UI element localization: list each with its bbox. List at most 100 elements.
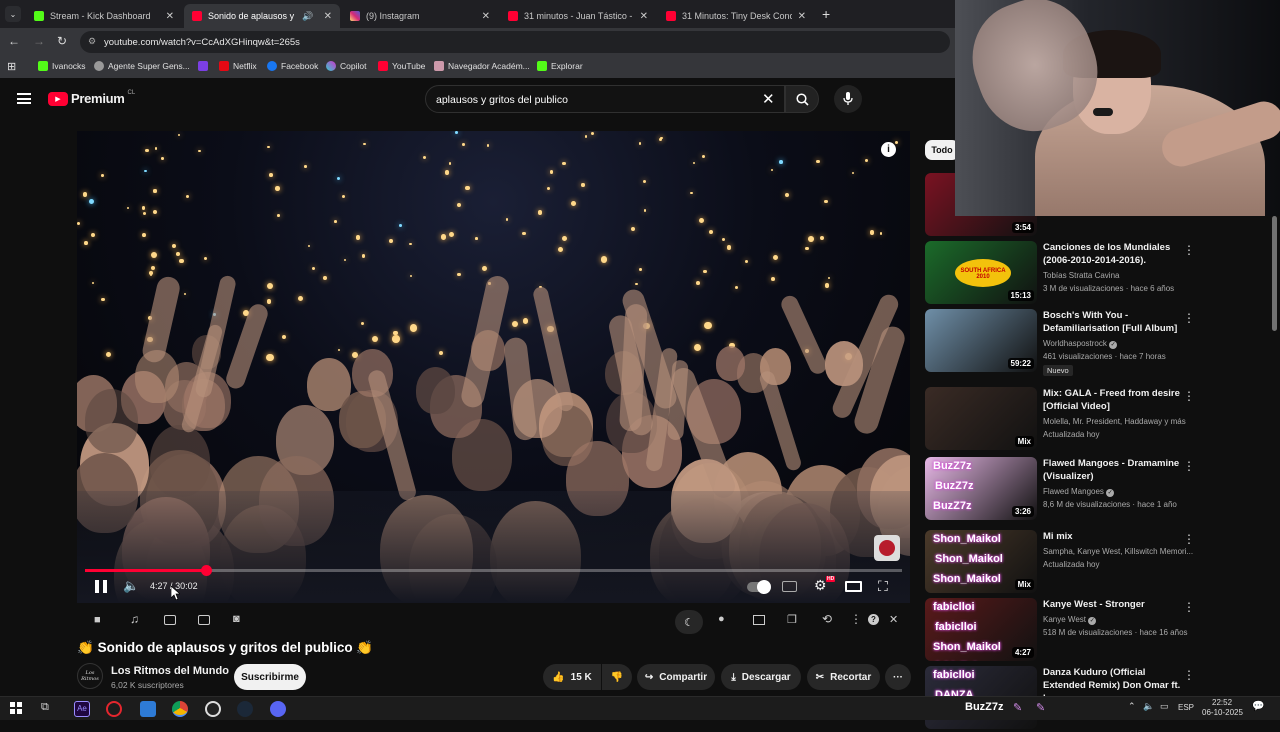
steam-icon[interactable]: [237, 701, 253, 717]
more-vertical-icon[interactable]: ⋮: [850, 612, 862, 626]
like-button[interactable]: 👍 15 K: [543, 664, 601, 690]
bookmark-netflix[interactable]: Netflix: [219, 61, 257, 71]
miniplayer-icon[interactable]: [753, 615, 765, 625]
dislike-button[interactable]: 👎: [602, 664, 632, 690]
network-icon[interactable]: ▭: [1160, 701, 1169, 712]
clock-time[interactable]: 22:52: [1212, 698, 1232, 707]
bookmark-unnamed[interactable]: [198, 61, 208, 71]
close-icon[interactable]: ✕: [482, 11, 490, 22]
video-thumbnail[interactable]: Mix: [925, 387, 1037, 450]
close-icon[interactable]: ✕: [640, 11, 648, 22]
notification-icon[interactable]: 💬: [1252, 701, 1264, 712]
image-icon[interactable]: [164, 615, 176, 625]
more-vertical-icon[interactable]: ⋮: [1183, 668, 1195, 682]
progress-bar[interactable]: [85, 565, 902, 576]
more-vertical-icon[interactable]: ⋮: [1183, 600, 1195, 614]
playlist-icon[interactable]: ❐: [787, 613, 797, 626]
obs-icon[interactable]: [205, 701, 221, 717]
more-vertical-icon[interactable]: ⋮: [1183, 459, 1195, 473]
clip-button[interactable]: ✂ Recortar: [807, 664, 880, 690]
close-icon[interactable]: ✕: [324, 11, 332, 22]
video-title[interactable]: Canciones de los Mundiales (2006-2010-20…: [1043, 241, 1183, 267]
video-title[interactable]: Kanye West - Stronger: [1043, 598, 1183, 611]
more-vertical-icon[interactable]: ⋮: [1183, 311, 1195, 325]
video-thumbnail[interactable]: 59:22: [925, 309, 1037, 372]
language-indicator[interactable]: ESP: [1178, 703, 1194, 712]
channel-name[interactable]: Kanye West ✓: [1043, 615, 1097, 625]
bookmark-youtube[interactable]: YouTube: [378, 61, 425, 71]
related-video-item[interactable]: 59:22 Bosch's With You - Defamiliarisati…: [925, 309, 1270, 376]
bookmark-copilot[interactable]: Copilot: [326, 61, 366, 71]
new-tab-button[interactable]: +: [822, 6, 830, 22]
tab-31-minutos[interactable]: 31 minutos - Juan Tástico - Rin ✕: [500, 4, 656, 28]
share-button[interactable]: ↪ Compartir: [637, 664, 715, 690]
video-thumbnail[interactable]: fabiclloifabiclloiShon_Maikolfabiclloi 4…: [925, 598, 1037, 661]
bookmark-agente[interactable]: Agente Super Gens...: [94, 61, 190, 71]
video-thumbnail[interactable]: SOUTH AFRICA 2010 15:13: [925, 241, 1037, 304]
channel-name[interactable]: Molella, Mr. President, Haddaway y más: [1043, 417, 1186, 426]
bookmark-navegador[interactable]: Navegador Académ...: [434, 61, 530, 71]
address-bar[interactable]: ⚙ youtube.com/watch?v=CcAdXGHinqw&t=265s: [80, 31, 950, 53]
info-icon[interactable]: i: [881, 142, 896, 157]
screenshot-icon[interactable]: ◙: [233, 613, 240, 625]
task-view-icon[interactable]: ⧉: [41, 701, 49, 714]
site-info-icon[interactable]: ⚙: [88, 36, 96, 47]
scrubber-handle[interactable]: [200, 565, 212, 576]
channel-name[interactable]: Sampha, Kanye West, Killswitch Memori...: [1043, 547, 1193, 556]
windows-start-icon[interactable]: [10, 702, 22, 714]
video-thumbnail[interactable]: Shon_Maikol Shon_Maikol Shon_Maikol Mix: [925, 530, 1037, 593]
dark-mode-button[interactable]: ☾: [675, 610, 703, 634]
bookmark-ivanocks[interactable]: Ivanocks: [38, 61, 86, 71]
tab-tiny-desk[interactable]: 31 Minutos: Tiny Desk Concert ✕: [658, 4, 814, 28]
reload-icon[interactable]: ↻: [57, 34, 67, 48]
more-vertical-icon[interactable]: ⋮: [1183, 243, 1195, 257]
filter-chip-all[interactable]: Todo: [925, 140, 959, 160]
channel-name[interactable]: Flawed Mangoes ✓: [1043, 487, 1115, 497]
tab-youtube-active[interactable]: Sonido de aplausos y gr 🔊 ✕: [184, 4, 340, 28]
search-input[interactable]: aplausos y gritos del publico: [425, 85, 785, 113]
loop-icon[interactable]: ⟲: [822, 612, 832, 626]
clock-date[interactable]: 06-10-2025: [1202, 708, 1243, 717]
music-note-icon[interactable]: ♫: [130, 612, 139, 626]
opera-icon[interactable]: [106, 701, 122, 717]
forward-icon[interactable]: →: [33, 34, 45, 48]
after-effects-icon[interactable]: Ae: [74, 701, 90, 717]
channel-name[interactable]: Los Ritmos del Mundo: [111, 665, 229, 677]
channel-watermark[interactable]: [874, 535, 900, 561]
youtube-logo[interactable]: ▶ Premium CL: [48, 90, 135, 106]
related-video-item[interactable]: BuzZ7z BuzZ7z BuzZ7z 3:26 Flawed Mangoes -…: [925, 457, 1270, 523]
more-actions-button[interactable]: ···: [885, 664, 911, 690]
close-icon[interactable]: ✕: [166, 11, 174, 22]
voice-search-button[interactable]: [834, 85, 862, 113]
chrome-icon[interactable]: [172, 701, 188, 717]
bookmark-facebook[interactable]: Facebook: [267, 61, 318, 71]
subtitles-icon[interactable]: [782, 581, 797, 592]
channel-name[interactable]: Tobías Stratta Cavina: [1043, 271, 1119, 280]
search-button[interactable]: [785, 85, 819, 113]
close-toolbar-icon[interactable]: ✕: [889, 613, 898, 626]
video-title[interactable]: Flawed Mangoes - Dramamine (Visualizer): [1043, 457, 1183, 483]
tab-instagram[interactable]: (9) Instagram ✕: [342, 4, 498, 28]
speaker-tray-icon[interactable]: 🔈: [1143, 701, 1154, 712]
related-video-item[interactable]: SOUTH AFRICA 2010 15:13 Canciones de los…: [925, 241, 1270, 307]
related-video-item[interactable]: fabiclloifabiclloiShon_Maikolfabiclloi 4…: [925, 598, 1270, 664]
sidebar-scrollbar[interactable]: [1270, 216, 1278, 696]
menu-icon[interactable]: [17, 93, 31, 104]
tab-search-button[interactable]: ⌄: [5, 6, 21, 22]
video-title[interactable]: Mi mix: [1043, 530, 1183, 543]
video-title[interactable]: Mix: GALA - Freed from desire [Official …: [1043, 387, 1183, 413]
pause-icon[interactable]: [95, 580, 107, 593]
settings-icon[interactable]: ⚙: [814, 577, 827, 594]
app-icon[interactable]: [140, 701, 156, 717]
more-vertical-icon[interactable]: ⋮: [1183, 389, 1195, 403]
apps-icon[interactable]: ⊞: [7, 60, 16, 73]
caption-icon[interactable]: [198, 615, 210, 625]
autoplay-toggle[interactable]: [747, 580, 771, 594]
discord-icon[interactable]: [270, 701, 286, 717]
subscribe-button[interactable]: Suscribirme: [234, 664, 306, 690]
fullscreen-icon[interactable]: ⛶: [878, 578, 888, 595]
more-vertical-icon[interactable]: ⋮: [1183, 532, 1195, 546]
back-icon[interactable]: ←: [8, 34, 20, 48]
help-icon[interactable]: ?: [868, 614, 879, 625]
tab-kick[interactable]: Stream - Kick Dashboard ✕: [26, 4, 182, 28]
